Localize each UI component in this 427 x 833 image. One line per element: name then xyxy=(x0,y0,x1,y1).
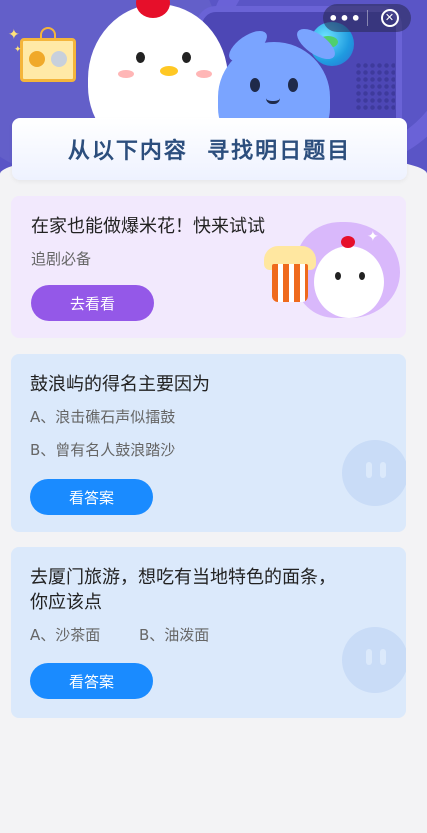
alien-eye xyxy=(250,78,260,92)
option-a: A、沙茶面 xyxy=(30,626,101,644)
chat-bubble-icon xyxy=(342,440,406,506)
award-frame-icon xyxy=(20,27,76,82)
question-title-line-2: 你应该点 xyxy=(30,592,102,613)
option-b: B、曾有名人鼓浪踏沙 xyxy=(30,441,176,459)
chick-comb-small xyxy=(341,236,355,248)
dot-pattern xyxy=(355,62,395,112)
chat-bubble-icon xyxy=(342,627,406,693)
sparkle-icon: ✦ xyxy=(8,27,20,43)
chick-eye xyxy=(136,52,145,63)
question-title-line-1: 去厦门旅游，想吃有当地特色的面条， xyxy=(30,567,336,588)
close-icon: ✕ xyxy=(380,9,399,27)
question-title: 鼓浪屿的得名主要因为 xyxy=(30,374,210,395)
chick-mascot-small xyxy=(314,246,384,318)
chick-eye xyxy=(359,272,365,280)
option-b: B、油泼面 xyxy=(139,626,210,644)
view-answer-button[interactable]: 看答案 xyxy=(30,663,153,699)
chick-cheek xyxy=(118,70,134,78)
promo-subtitle: 追剧必备 xyxy=(31,250,92,268)
mini-program-capsule: ••• ✕ xyxy=(323,4,411,32)
page-title: 从以下内容 寻找明日题目 xyxy=(67,139,352,164)
chick-cheek xyxy=(196,70,212,78)
promo-title: 在家也能做爆米花！快来试试 xyxy=(31,216,265,237)
chick-beak xyxy=(160,66,178,76)
question-card-1: 鼓浪屿的得名主要因为 A、浪击礁石声似擂鼓 B、曾有名人鼓浪踏沙 看答案 xyxy=(11,354,406,532)
sparkle-icon: ✦ xyxy=(14,45,22,55)
sparkle-icon: ✦ xyxy=(367,229,379,245)
go-watch-button[interactable]: 去看看 xyxy=(31,285,154,321)
close-button[interactable]: ✕ xyxy=(368,9,411,27)
option-a: A、浪击礁石声似擂鼓 xyxy=(30,408,176,426)
chick-eye xyxy=(335,272,341,280)
alien-eye xyxy=(288,78,298,92)
chick-eye xyxy=(182,52,191,63)
banner-title-plate: 从以下内容 寻找明日题目 xyxy=(12,118,407,180)
question-card-2: 去厦门旅游，想吃有当地特色的面条， 你应该点 A、沙茶面 B、油泼面 看答案 xyxy=(11,547,406,718)
promo-card[interactable]: 在家也能做爆米花！快来试试 追剧必备 去看看 ✦ xyxy=(11,196,406,338)
more-menu-button[interactable]: ••• xyxy=(323,9,367,28)
view-answer-button[interactable]: 看答案 xyxy=(30,479,153,515)
popcorn-icon xyxy=(264,246,316,302)
